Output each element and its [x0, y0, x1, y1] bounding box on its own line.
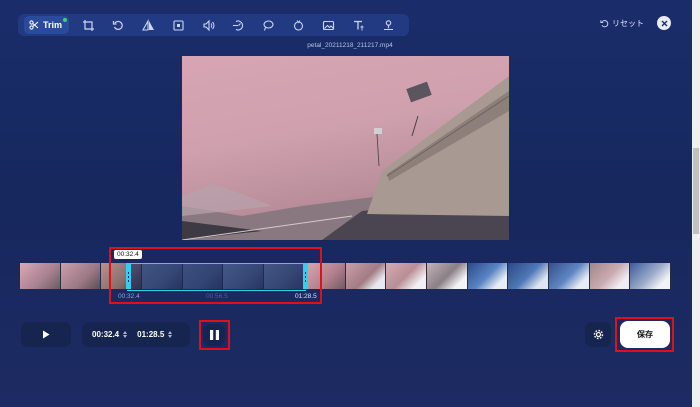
undo-icon [600, 20, 609, 28]
text-icon [353, 20, 364, 30]
filter-icon [293, 19, 303, 31]
frame-thumbnail [20, 263, 61, 289]
trim-time-inputs: 00:32.4 01:28.5 [82, 322, 190, 347]
speed-tool[interactable] [225, 14, 251, 36]
gear-icon [593, 329, 603, 340]
caret-up-icon [168, 331, 173, 334]
caret-down-icon [168, 335, 173, 338]
aspect-tool[interactable] [165, 14, 191, 36]
video-preview[interactable] [182, 56, 509, 240]
page-scrollbar[interactable] [692, 0, 700, 407]
settings-button[interactable] [585, 322, 611, 347]
split-highlight-box [199, 320, 230, 350]
end-time-stepper[interactable] [168, 331, 173, 338]
caret-up-icon [123, 331, 128, 334]
timeline-highlight-box [109, 247, 322, 304]
active-dot [63, 18, 68, 22]
play-button[interactable] [21, 322, 71, 347]
trim-tab[interactable]: Trim [24, 16, 70, 34]
filter-tool[interactable] [285, 14, 311, 36]
trim-label: Trim [43, 20, 63, 30]
flip-icon [141, 18, 154, 31]
image-icon [322, 20, 334, 30]
close-icon [661, 20, 667, 26]
loop-tool[interactable] [255, 14, 281, 36]
frame-thumbnail [345, 263, 387, 289]
volume-tool[interactable] [195, 14, 221, 36]
rotate-tool[interactable] [105, 14, 131, 36]
crop-icon [82, 19, 94, 31]
text-tool[interactable] [345, 14, 371, 36]
play-icon [43, 330, 50, 339]
caret-down-icon [123, 335, 128, 338]
image-tool[interactable] [315, 14, 341, 36]
close-button[interactable] [657, 16, 671, 30]
video-frame [182, 76, 509, 240]
video-filename: petal_20211218_211217.mp4 [307, 42, 393, 49]
frame-thumbnail [630, 263, 671, 289]
start-time-stepper[interactable] [123, 331, 128, 338]
frame-thumbnail [548, 263, 590, 289]
scissors-icon [29, 20, 39, 30]
frame-thumbnail [426, 263, 468, 289]
watermark-icon [383, 19, 393, 30]
flip-tool[interactable] [135, 14, 161, 36]
frame-thumbnail [60, 263, 102, 289]
loop-icon [262, 19, 274, 31]
crop-tool[interactable] [75, 14, 101, 36]
frame-thumbnail [386, 263, 427, 289]
scrollbar-thumb[interactable] [693, 148, 699, 234]
speed-icon [232, 19, 243, 31]
watermark-tool[interactable] [375, 14, 401, 36]
reset-button[interactable]: リセット [600, 18, 644, 29]
end-time-field[interactable]: 01:28.5 [137, 330, 164, 339]
save-highlight-box [615, 317, 674, 352]
reset-label: リセット [612, 19, 644, 28]
rotate-icon [112, 20, 123, 30]
volume-icon [202, 19, 214, 31]
frame-thumbnail [508, 263, 549, 289]
edit-toolbar: Trim [18, 14, 410, 36]
frame-thumbnail [467, 263, 509, 289]
aspect-icon [172, 19, 184, 31]
start-time-field[interactable]: 00:32.4 [92, 330, 119, 339]
frame-thumbnail [589, 263, 631, 289]
